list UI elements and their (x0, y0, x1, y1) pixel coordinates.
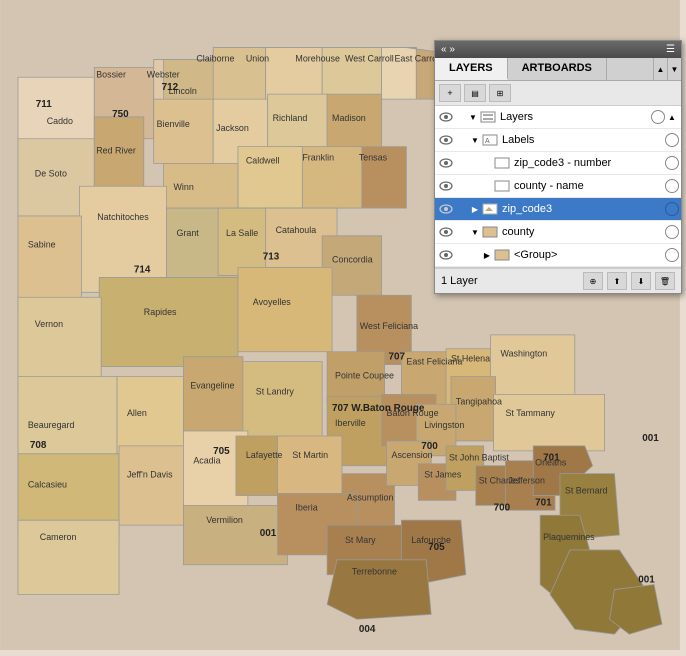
panel-footer: 1 Layer ⊕ ⬆ ⬇ 🗑 (435, 268, 681, 293)
visibility-icon-layers[interactable] (437, 108, 455, 126)
panel-tabs: LAYERS ARTBOARDS ▲ ▼ (435, 58, 681, 81)
circle-county-name (665, 179, 679, 193)
expand-arrow-labels[interactable]: ▼ (469, 134, 481, 146)
layer-row-zip-number[interactable]: ▶ zip_code3 - number (435, 152, 681, 175)
layer-row-county[interactable]: ▼ county (435, 221, 681, 244)
circle-layers (651, 110, 665, 124)
scroll-layers[interactable]: ▲ (665, 113, 679, 122)
layer-type-icon-layers (479, 110, 497, 124)
tab-layers[interactable]: LAYERS (435, 58, 508, 80)
new-layer-footer-btn[interactable]: ⊕ (583, 272, 603, 290)
expand-arrow-zip-code3[interactable]: ▶ (469, 203, 481, 215)
expand-arrow-layers[interactable]: ▼ (467, 111, 479, 123)
new-group-btn[interactable]: ▤ (464, 84, 486, 102)
panel-toolbar: + ▤ ⊞ (435, 81, 681, 106)
panel-titlebar: « » ☰ (435, 41, 681, 58)
visibility-icon-zip-code3[interactable] (437, 200, 455, 218)
panel-menu-icon[interactable]: ☰ (666, 44, 675, 55)
layer-count: 1 Layer (441, 275, 579, 287)
circle-labels (665, 133, 679, 147)
circle-zip-code3 (665, 202, 679, 216)
delete-footer-btn[interactable]: 🗑 (655, 272, 675, 290)
layer-type-icon-group (493, 248, 511, 262)
scroll-up-btn[interactable]: ▲ (653, 58, 667, 80)
layers-list: ▼ Layers ▲ ▼ A Labels (435, 106, 681, 268)
new-artboard-btn[interactable]: ⊞ (489, 84, 511, 102)
circle-county (665, 225, 679, 239)
visibility-icon-zip-number[interactable] (437, 154, 455, 172)
layer-type-icon-county-name (493, 179, 511, 193)
layer-type-icon-zip-code3 (481, 202, 499, 216)
visibility-icon-county-name[interactable] (437, 177, 455, 195)
layer-name-layers: Layers (500, 111, 649, 123)
circle-group (665, 248, 679, 262)
move-up-footer-btn[interactable]: ⬆ (607, 272, 627, 290)
svg-text:A: A (485, 138, 490, 145)
visibility-icon-labels[interactable] (437, 131, 455, 149)
visibility-icon-group[interactable] (437, 246, 455, 264)
layer-type-icon-county (481, 225, 499, 239)
layer-name-labels: Labels (502, 134, 663, 146)
layers-panel: « » ☰ LAYERS ARTBOARDS ▲ ▼ + ▤ ⊞ ▼ Layer… (434, 40, 682, 294)
layer-row-layers[interactable]: ▼ Layers ▲ (435, 106, 681, 129)
layer-type-icon-labels: A (481, 133, 499, 147)
move-down-footer-btn[interactable]: ⬇ (631, 272, 651, 290)
layer-type-icon-zip-number (493, 156, 511, 170)
layer-row-county-name[interactable]: ▶ county - name (435, 175, 681, 198)
layer-name-county: county (502, 226, 663, 238)
panel-title-text: « » (441, 44, 455, 55)
new-layer-btn[interactable]: + (439, 84, 461, 102)
expand-arrow-group[interactable]: ▶ (481, 249, 493, 261)
visibility-icon-county[interactable] (437, 223, 455, 241)
expand-arrow-county[interactable]: ▼ (469, 226, 481, 238)
circle-zip-number (665, 156, 679, 170)
layer-row-labels[interactable]: ▼ A Labels (435, 129, 681, 152)
layer-row-group[interactable]: ▶ <Group> (435, 244, 681, 267)
layer-name-zip-number: zip_code3 - number (514, 157, 663, 169)
layer-row-zip-code3[interactable]: ▶ zip_code3 (435, 198, 681, 221)
layer-name-group: <Group> (514, 249, 663, 261)
layer-name-county-name: county - name (514, 180, 663, 192)
layer-name-zip-code3: zip_code3 (502, 203, 663, 215)
tab-artboards[interactable]: ARTBOARDS (508, 58, 607, 80)
scroll-down-btn[interactable]: ▼ (667, 58, 681, 80)
